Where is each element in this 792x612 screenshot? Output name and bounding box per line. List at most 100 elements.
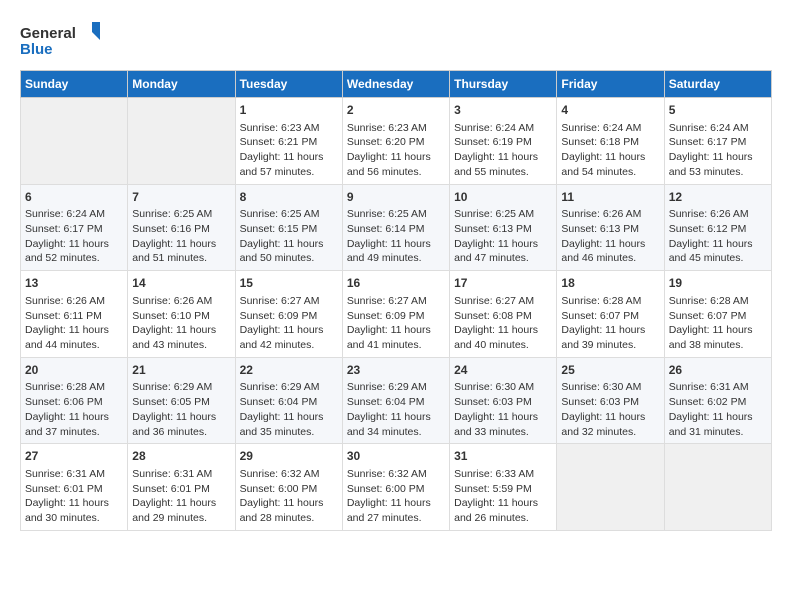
- day-number: 19: [669, 275, 767, 292]
- daylight-text: Daylight: 11 hours and 51 minutes.: [132, 238, 216, 265]
- calendar-cell: 29Sunrise: 6:32 AMSunset: 6:00 PMDayligh…: [235, 444, 342, 531]
- day-number: 6: [25, 189, 123, 206]
- calendar-cell: 22Sunrise: 6:29 AMSunset: 6:04 PMDayligh…: [235, 357, 342, 444]
- sunset-text: Sunset: 6:07 PM: [669, 310, 747, 322]
- day-number: 5: [669, 102, 767, 119]
- sunset-text: Sunset: 6:11 PM: [25, 310, 102, 322]
- day-number: 27: [25, 448, 123, 465]
- day-number: 8: [240, 189, 338, 206]
- day-number: 30: [347, 448, 445, 465]
- sunrise-text: Sunrise: 6:26 AM: [561, 208, 641, 220]
- calendar-cell: 11Sunrise: 6:26 AMSunset: 6:13 PMDayligh…: [557, 184, 664, 271]
- sunset-text: Sunset: 6:16 PM: [132, 223, 210, 235]
- day-number: 17: [454, 275, 552, 292]
- sunset-text: Sunset: 5:59 PM: [454, 483, 532, 495]
- daylight-text: Daylight: 11 hours and 42 minutes.: [240, 324, 324, 351]
- calendar-cell: 20Sunrise: 6:28 AMSunset: 6:06 PMDayligh…: [21, 357, 128, 444]
- day-number: 14: [132, 275, 230, 292]
- sunrise-text: Sunrise: 6:32 AM: [347, 468, 427, 480]
- calendar-cell: 16 Sunrise: 6:27 AM Sunset: 6:09 PM Dayligh…: [342, 271, 449, 358]
- daylight-text: Daylight: 11 hours and 38 minutes.: [669, 324, 753, 351]
- calendar-cell: 26Sunrise: 6:31 AMSunset: 6:02 PMDayligh…: [664, 357, 771, 444]
- day-header: Saturday: [664, 71, 771, 98]
- sunset-text: Sunset: 6:01 PM: [25, 483, 103, 495]
- day-number: 4: [561, 102, 659, 119]
- daylight-text: Daylight: 11 hours and 34 minutes.: [347, 411, 431, 438]
- daylight-text: Daylight: 11 hours and 30 minutes.: [25, 497, 109, 524]
- daylight-text: Daylight: 11 hours and 52 minutes.: [25, 238, 109, 265]
- daylight-text: Daylight: 11 hours and 47 minutes.: [454, 238, 538, 265]
- calendar-cell: 7Sunrise: 6:25 AMSunset: 6:16 PMDaylight…: [128, 184, 235, 271]
- calendar-cell: 9Sunrise: 6:25 AMSunset: 6:14 PMDaylight…: [342, 184, 449, 271]
- sunrise-text: Sunrise: 6:26 AM: [132, 295, 212, 307]
- sunset-text: Sunset: 6:06 PM: [25, 396, 103, 408]
- sunset-text: Sunset: 6:09 PM: [240, 310, 318, 322]
- sunrise-text: Sunrise: 6:27 AM: [347, 295, 427, 307]
- day-header: Wednesday: [342, 71, 449, 98]
- calendar-table: SundayMondayTuesdayWednesdayThursdayFrid…: [20, 70, 772, 531]
- day-number: 18: [561, 275, 659, 292]
- sunset-text: Sunset: 6:02 PM: [669, 396, 747, 408]
- calendar-cell: 6 Sunrise: 6:24 AM Sunset: 6:17 PM Daylight…: [21, 184, 128, 271]
- daylight-text: Daylight: 11 hours and 37 minutes.: [25, 411, 109, 438]
- sunrise-text: Sunrise: 6:24 AM: [454, 122, 534, 134]
- calendar-cell: 2Sunrise: 6:23 AMSunset: 6:20 PMDaylight…: [342, 98, 449, 185]
- daylight-text: Daylight: 11 hours and 41 minutes.: [347, 324, 431, 351]
- calendar-cell: 17Sunrise: 6:27 AMSunset: 6:08 PMDayligh…: [450, 271, 557, 358]
- calendar-cell: 19Sunrise: 6:28 AMSunset: 6:07 PMDayligh…: [664, 271, 771, 358]
- day-number: 13: [25, 275, 123, 292]
- calendar-cell: 12Sunrise: 6:26 AMSunset: 6:12 PMDayligh…: [664, 184, 771, 271]
- calendar-cell: 13Sunrise: 6:26 AMSunset: 6:11 PMDayligh…: [21, 271, 128, 358]
- daylight-text: Daylight: 11 hours and 32 minutes.: [561, 411, 645, 438]
- day-number: 11: [561, 189, 659, 206]
- day-number: 22: [240, 362, 338, 379]
- day-number: 12: [669, 189, 767, 206]
- logo: General Blue: [20, 20, 100, 60]
- daylight-text: Daylight: 11 hours and 35 minutes.: [240, 411, 324, 438]
- sunrise-text: Sunrise: 6:23 AM: [240, 122, 320, 134]
- day-number: 25: [561, 362, 659, 379]
- daylight-text: Daylight: 11 hours and 26 minutes.: [454, 497, 538, 524]
- day-number: 28: [132, 448, 230, 465]
- calendar-cell: 24Sunrise: 6:30 AMSunset: 6:03 PMDayligh…: [450, 357, 557, 444]
- day-number: 16: [347, 275, 445, 292]
- sunset-text: Sunset: 6:15 PM: [240, 223, 318, 235]
- daylight-text: Daylight: 11 hours and 53 minutes.: [669, 151, 753, 178]
- sunrise-text: Sunrise: 6:27 AM: [240, 295, 320, 307]
- sunrise-text: Sunrise: 6:25 AM: [454, 208, 534, 220]
- sunrise-text: Sunrise: 6:24 AM: [669, 122, 749, 134]
- day-number: 29: [240, 448, 338, 465]
- sunrise-text: Sunrise: 6:23 AM: [347, 122, 427, 134]
- daylight-text: Daylight: 11 hours and 31 minutes.: [669, 411, 753, 438]
- calendar-cell: 21Sunrise: 6:29 AMSunset: 6:05 PMDayligh…: [128, 357, 235, 444]
- sunrise-text: Sunrise: 6:31 AM: [25, 468, 105, 480]
- daylight-text: Daylight: 11 hours and 55 minutes.: [454, 151, 538, 178]
- sunset-text: Sunset: 6:17 PM: [25, 223, 103, 235]
- daylight-text: Daylight: 11 hours and 27 minutes.: [347, 497, 431, 524]
- sunrise-text: Sunrise: 6:25 AM: [240, 208, 320, 220]
- daylight-text: Daylight: 11 hours and 57 minutes.: [240, 151, 324, 178]
- page-header: General Blue: [20, 20, 772, 60]
- logo-svg: General Blue: [20, 20, 100, 60]
- sunrise-text: Sunrise: 6:29 AM: [240, 381, 320, 393]
- calendar-cell: [557, 444, 664, 531]
- sunset-text: Sunset: 6:00 PM: [347, 483, 425, 495]
- sunset-text: Sunset: 6:09 PM: [347, 310, 425, 322]
- daylight-text: Daylight: 11 hours and 54 minutes.: [561, 151, 645, 178]
- sunrise-text: Sunrise: 6:25 AM: [347, 208, 427, 220]
- sunrise-text: Sunrise: 6:30 AM: [454, 381, 534, 393]
- sunset-text: Sunset: 6:08 PM: [454, 310, 532, 322]
- daylight-text: Daylight: 11 hours and 40 minutes.: [454, 324, 538, 351]
- sunrise-text: Sunrise: 6:29 AM: [347, 381, 427, 393]
- sunset-text: Sunset: 6:12 PM: [669, 223, 747, 235]
- calendar-cell: [21, 98, 128, 185]
- calendar-cell: 18Sunrise: 6:28 AMSunset: 6:07 PMDayligh…: [557, 271, 664, 358]
- daylight-text: Daylight: 11 hours and 46 minutes.: [561, 238, 645, 265]
- svg-text:General: General: [20, 25, 76, 42]
- sunrise-text: Sunrise: 6:24 AM: [25, 208, 105, 220]
- calendar-cell: 4Sunrise: 6:24 AMSunset: 6:18 PMDaylight…: [557, 98, 664, 185]
- svg-text:Blue: Blue: [20, 41, 53, 58]
- day-number: 31: [454, 448, 552, 465]
- calendar-cell: 10Sunrise: 6:25 AMSunset: 6:13 PMDayligh…: [450, 184, 557, 271]
- sunrise-text: Sunrise: 6:28 AM: [561, 295, 641, 307]
